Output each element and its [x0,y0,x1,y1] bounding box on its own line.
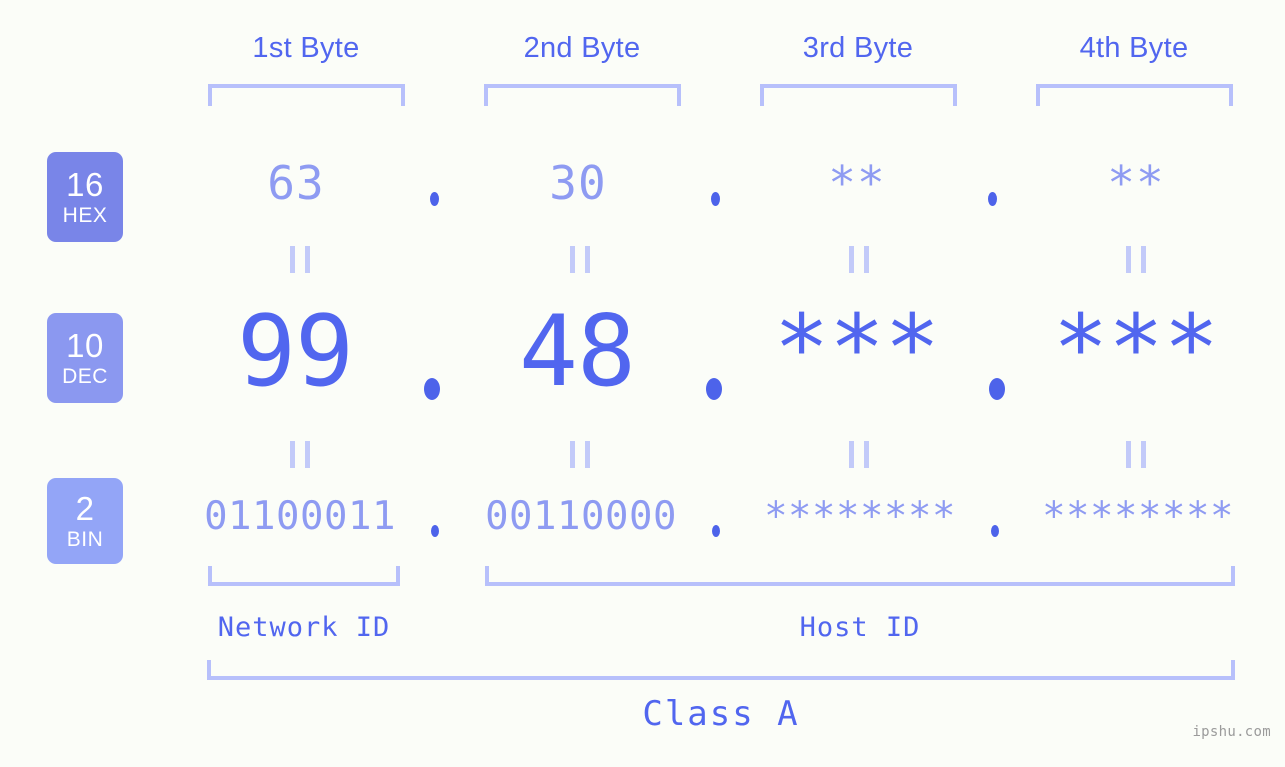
bin-octet-2: 00110000 [485,494,677,539]
byte-bracket-4 [1036,84,1233,106]
site-watermark: ipshu.com [1192,724,1271,740]
hex-separator-dot-1 [430,192,439,206]
dec-octet-1: 99 [236,295,354,409]
bin-separator-dot-3 [991,525,999,537]
base-badge-hex-number: 16 [66,166,104,203]
equality-mark-dec-bin-2 [570,441,590,468]
byte-header-1: 1st Byte [252,32,360,64]
hex-octet-4: ** [1107,156,1165,210]
base-badge-bin: 2 BIN [47,478,123,564]
base-badge-bin-number: 2 [75,490,95,527]
hex-octet-1: 63 [267,156,325,210]
base-badge-dec-name: DEC [62,365,108,388]
dec-separator-dot-2 [706,378,722,400]
dec-octet-4: *** [1052,295,1220,402]
hex-separator-dot-2 [711,192,720,206]
hex-octet-3: ** [828,156,886,210]
byte-bracket-2 [484,84,681,106]
base-badge-dec: 10 DEC [47,313,123,403]
network-id-bracket [208,566,400,586]
byte-header-2: 2nd Byte [523,32,641,64]
byte-header-3: 3rd Byte [802,32,914,64]
hex-octet-2: 30 [549,156,607,210]
hex-separator-dot-3 [988,192,997,206]
byte-bracket-1 [208,84,405,106]
host-id-bracket [485,566,1235,586]
base-badge-bin-name: BIN [66,528,104,551]
dec-separator-dot-3 [989,378,1005,400]
bin-separator-dot-1 [431,525,439,537]
base-badge-hex: 16 HEX [47,152,123,242]
bin-octet-4: ******** [1042,494,1234,539]
network-id-label: Network ID [217,612,391,643]
dec-separator-dot-1 [424,378,440,400]
dec-octet-2: 48 [518,295,636,409]
class-bracket [207,660,1235,680]
byte-header-4: 4th Byte [1079,32,1189,64]
bin-separator-dot-2 [712,525,720,537]
bin-octet-3: ******** [764,494,956,539]
equality-mark-hex-dec-1 [290,246,310,273]
base-badge-hex-name: HEX [62,204,108,227]
equality-mark-hex-dec-2 [570,246,590,273]
bin-octet-1: 01100011 [204,494,396,539]
equality-mark-dec-bin-3 [849,441,869,468]
base-badge-dec-number: 10 [66,327,104,364]
equality-mark-dec-bin-1 [290,441,310,468]
ip-byte-breakdown-diagram: 1st Byte 2nd Byte 3rd Byte 4th Byte 16 H… [0,0,1285,767]
equality-mark-dec-bin-4 [1126,441,1146,468]
host-id-label: Host ID [799,612,921,643]
equality-mark-hex-dec-3 [849,246,869,273]
dec-octet-3: *** [773,295,941,402]
byte-bracket-3 [760,84,957,106]
equality-mark-hex-dec-4 [1126,246,1146,273]
class-label: Class A [642,694,800,734]
